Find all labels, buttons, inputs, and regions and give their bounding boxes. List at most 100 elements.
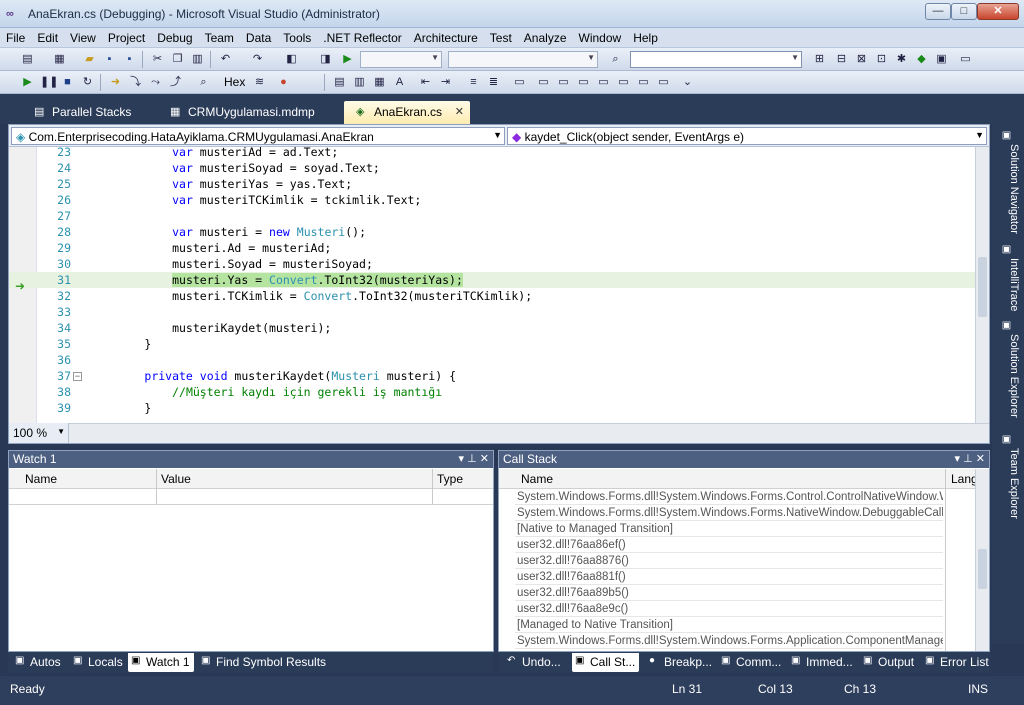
indent-icon[interactable]: ⇥	[438, 75, 453, 90]
menu-help[interactable]: Help	[627, 28, 664, 48]
show-threads-icon[interactable]: ≋	[252, 75, 267, 90]
pin-icon[interactable]: ⊥	[467, 453, 477, 465]
outdent-icon[interactable]: ⇤	[418, 75, 433, 90]
side-tab-solution-navigator[interactable]: ▣ Solution Navigator	[996, 130, 1020, 240]
bookmark-prev-icon[interactable]: ▭	[536, 75, 551, 90]
properties-icon[interactable]: ⊟	[834, 52, 849, 67]
scroll-thumb[interactable]	[978, 257, 987, 317]
call-stack-frame[interactable]: [Managed to Native Transition]	[515, 617, 943, 633]
call-stack-frame[interactable]: user32.dll!76aa8876()	[515, 553, 943, 569]
menu-view[interactable]: View	[64, 28, 102, 48]
call-stack-vertical-scrollbar[interactable]	[975, 469, 989, 651]
column-header-name[interactable]: Name	[521, 472, 553, 486]
paste-icon[interactable]: ▥	[190, 52, 205, 67]
side-tab-intellitrace[interactable]: ▣ IntelliTrace	[996, 244, 1020, 316]
member-combo[interactable]: ◆ kaydet_Click(object sender, EventArgs …	[507, 127, 987, 145]
code-line[interactable]: 31 musteri.Yas = Convert.ToInt32(musteri…	[9, 272, 975, 288]
add-item-icon[interactable]: ▦	[52, 52, 67, 67]
solution-configuration-combo[interactable]: ▼	[360, 51, 442, 68]
code-line[interactable]: 29 musteri.Ad = musteriAd;	[9, 240, 975, 256]
code-line[interactable]: 39 }	[9, 400, 975, 416]
code-line[interactable]: 27	[9, 208, 975, 224]
tab-watch-1[interactable]: ▣ Watch 1	[128, 653, 194, 672]
hex-toggle[interactable]: Hex	[224, 75, 245, 89]
uncomment-lines-icon[interactable]: ≣	[486, 75, 501, 90]
bookmark-toggle-icon[interactable]: ▭	[512, 75, 527, 90]
bookmark-next-icon[interactable]: ▭	[556, 75, 571, 90]
tab-parallel-stacks[interactable]: ▤ Parallel Stacks	[22, 101, 139, 124]
breakpoints-tb-icon[interactable]: ●	[276, 75, 291, 90]
column-header-lang[interactable]: Lang	[951, 472, 978, 486]
editor-vertical-scrollbar[interactable]	[975, 147, 989, 423]
editor-horizontal-scrollbar[interactable]	[69, 423, 989, 443]
code-line[interactable]: 34 musteriKaydet(musteri);	[9, 320, 975, 336]
restart-icon[interactable]: ↻	[80, 75, 95, 90]
comment-lines-icon[interactable]: ≡	[466, 75, 481, 90]
step-out-icon[interactable]: ⤴	[168, 75, 183, 90]
tab-immediate-window[interactable]: ▣ Immed...	[788, 653, 857, 672]
call-stack-frame[interactable]: System.Windows.Forms.dll!System.Windows.…	[515, 489, 943, 505]
zoom-combo[interactable]: 100 % ▼	[9, 423, 69, 443]
menu-edit[interactable]: Edit	[31, 28, 64, 48]
chevron-down-icon[interactable]: ▾	[955, 453, 961, 465]
step-over-icon[interactable]: ⤳	[148, 75, 163, 90]
call-stack-frame[interactable]: [Native to Managed Transition]	[515, 521, 943, 537]
tab-error-list[interactable]: ▣ Error List	[922, 653, 993, 672]
menu-file[interactable]: File	[0, 28, 31, 48]
toolbox-icon[interactable]: ⊡	[874, 52, 889, 67]
tab-output[interactable]: ▣ Output	[860, 653, 918, 672]
clear-bookmarks-icon[interactable]: ▭	[656, 75, 671, 90]
call-stack-frame[interactable]: user32.dll!76aa881f()	[515, 569, 943, 585]
save-all-icon[interactable]: ▪	[122, 52, 137, 67]
start-page-icon[interactable]: ▣	[934, 52, 949, 67]
current-statement-arrow-icon[interactable]: ➜	[15, 279, 25, 293]
solution-explorer-tb-icon[interactable]: ⊞	[812, 52, 827, 67]
show-next-statement-icon[interactable]: ➜	[108, 75, 123, 90]
menu-debug[interactable]: Debug	[151, 28, 198, 48]
bookmark-prev-folder-icon[interactable]: ▭	[576, 75, 591, 90]
code-line[interactable]: 33	[9, 304, 975, 320]
undo-icon[interactable]: ↶	[218, 52, 233, 67]
tab-breakpoints[interactable]: ● Breakp...	[646, 653, 716, 672]
parameter-info-icon[interactable]: ▥	[352, 75, 367, 90]
stop-debugging-icon[interactable]: ■	[60, 75, 75, 90]
bookmark-next-folder-icon[interactable]: ▭	[596, 75, 611, 90]
code-line[interactable]: 38 //Müşteri kaydı için gerekli iş mantı…	[9, 384, 975, 400]
navigate-backward-icon[interactable]: ◧	[284, 52, 299, 67]
tab-autos[interactable]: ▣ Autos	[12, 653, 65, 672]
code-line[interactable]: 35 }	[9, 336, 975, 352]
minimize-button[interactable]: —	[925, 3, 951, 20]
extension-manager-icon[interactable]: ◆	[914, 52, 929, 67]
watch-new-row[interactable]	[9, 489, 493, 505]
quick-watch-icon[interactable]: ⌕	[196, 75, 211, 90]
close-icon[interactable]: ✕	[480, 453, 489, 465]
close-icon[interactable]: ✕	[976, 453, 985, 465]
tab-anaekran-cs[interactable]: ◈ AnaEkran.cs ✕	[344, 101, 470, 124]
side-tab-team-explorer[interactable]: ▣ Team Explorer	[996, 434, 1020, 524]
scroll-thumb[interactable]	[978, 549, 987, 589]
tools-icon[interactable]: ✱	[894, 52, 909, 67]
maximize-button[interactable]: □	[951, 3, 977, 20]
code-line[interactable]: 23 var musteriAd = ad.Text;	[9, 147, 975, 160]
code-line[interactable]: 37 private void musteriKaydet(Musteri mu…	[9, 368, 975, 384]
class-combo[interactable]: ◈ Com.Enterprisecoding.HataAyiklama.CRMU…	[11, 127, 505, 145]
code-area[interactable]: 23 var musteriAd = ad.Text; 24 var muster…	[9, 147, 975, 423]
column-header-type[interactable]: Type	[437, 472, 463, 486]
call-stack-frame[interactable]: user32.dll!76aa86ef()	[515, 537, 943, 553]
close-button[interactable]: ✕	[977, 3, 1019, 20]
complete-word-icon[interactable]: A	[392, 75, 407, 90]
menu-architecture[interactable]: Architecture	[408, 28, 484, 48]
call-stack-frame[interactable]: System.Windows.Forms.dll!System.Windows.…	[515, 505, 943, 521]
redo-icon[interactable]: ↷	[250, 52, 265, 67]
code-line[interactable]: 36	[9, 352, 975, 368]
column-header-value[interactable]: Value	[161, 472, 191, 486]
code-line[interactable]: 32 musteri.TCKimlik = Convert.ToInt32(mu…	[9, 288, 975, 304]
menu-data[interactable]: Data	[240, 28, 277, 48]
step-into-icon[interactable]: ⤵	[128, 75, 143, 90]
cut-icon[interactable]: ✂	[150, 52, 165, 67]
tab-call-stack[interactable]: ▣ Call St...	[572, 653, 640, 672]
column-header-name[interactable]: Name	[25, 472, 57, 486]
code-line[interactable]: 24 var musteriSoyad = soyad.Text;	[9, 160, 975, 176]
tab-find-symbol-results[interactable]: ▣ Find Symbol Results	[198, 653, 330, 672]
save-icon[interactable]: ▪	[102, 52, 117, 67]
